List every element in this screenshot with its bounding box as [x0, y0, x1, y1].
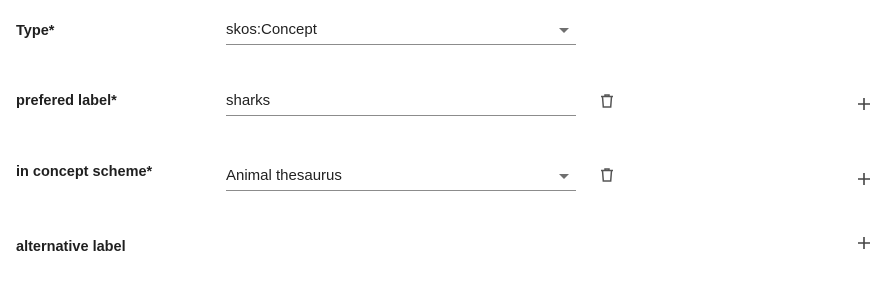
add-concept-scheme-plus-icon[interactable] — [856, 171, 872, 187]
dropdown-arrow-icon[interactable] — [559, 28, 569, 33]
add-alternative-label-plus-icon[interactable] — [856, 235, 872, 251]
in-concept-scheme-label: in concept scheme* — [16, 164, 153, 180]
alternative-label-label: alternative label — [16, 239, 126, 255]
prefered-label-label: prefered label* — [16, 93, 117, 109]
delete-concept-scheme-trash-icon[interactable] — [599, 167, 615, 183]
prefered-label-value: sharks — [226, 92, 271, 109]
in-concept-scheme-value: Animal thesaurus — [226, 167, 342, 184]
type-label: Type* — [16, 23, 55, 39]
dropdown-arrow-icon[interactable] — [559, 174, 569, 179]
delete-prefered-label-trash-icon[interactable] — [599, 93, 615, 109]
type-select[interactable]: skos:Concept — [226, 21, 576, 45]
add-prefered-label-plus-icon[interactable] — [856, 96, 872, 112]
prefered-label-input[interactable]: sharks — [226, 92, 576, 116]
type-select-value: skos:Concept — [226, 21, 317, 38]
in-concept-scheme-select[interactable]: Animal thesaurus — [226, 167, 576, 191]
